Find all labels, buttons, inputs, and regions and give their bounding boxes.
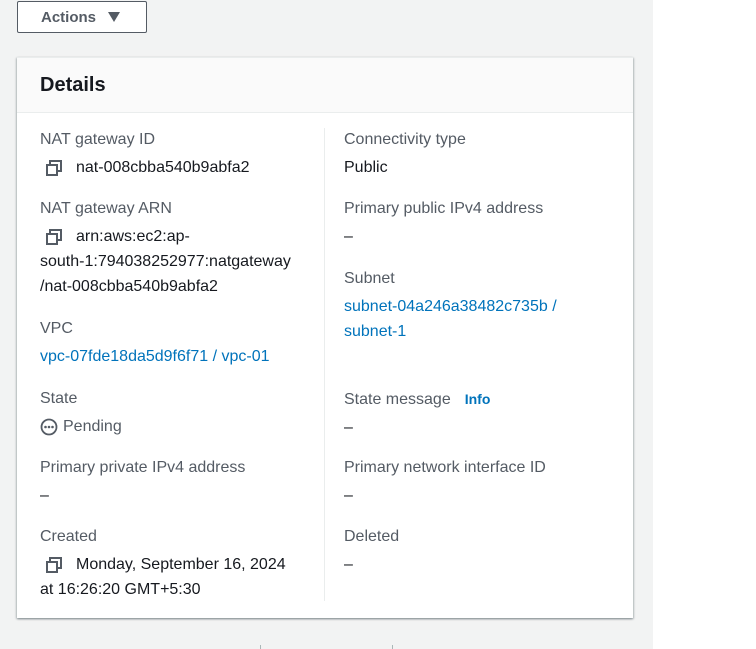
column-divider-top (324, 128, 325, 384)
state-value: Pending (63, 418, 122, 435)
details-panel: Details NAT gateway ID nat-008cbba540b9a… (17, 57, 633, 618)
arn-value-line1: arn:aws:ec2:ap- (76, 228, 190, 245)
field-primary-network-interface: Primary network interface ID – (344, 458, 546, 508)
actions-button[interactable]: Actions (17, 1, 147, 33)
field-nat-gateway-id: NAT gateway ID nat-008cbba540b9abfa2 (40, 130, 250, 180)
column-divider-bottom (324, 384, 325, 601)
field-value: – (344, 228, 353, 245)
field-state-message: State message Info – (344, 389, 490, 440)
field-state: State Pending (40, 389, 122, 439)
divider-tick (392, 645, 393, 649)
field-vpc: VPC vpc-07fde18da5d9f6f71 / vpc-01 (40, 319, 270, 369)
field-primary-private-ipv4: Primary private IPv4 address – (40, 458, 245, 508)
subnet-link[interactable]: subnet-04a246a38482c735b / subnet-1 (344, 294, 557, 344)
field-value: Pending (40, 414, 122, 439)
field-subnet: Subnet subnet-04a246a38482c735b / subnet… (344, 269, 557, 344)
field-label: Primary private IPv4 address (40, 459, 246, 476)
field-connectivity-type: Connectivity type Public (344, 130, 466, 180)
nat-gateway-id-value: nat-008cbba540b9abfa2 (76, 159, 250, 176)
copy-icon[interactable] (45, 159, 63, 177)
created-value-line1: Monday, September 16, 2024 (76, 556, 286, 573)
caret-down-icon (108, 12, 121, 22)
field-value: – (344, 419, 353, 436)
field-value: – (344, 487, 353, 504)
divider-tick (260, 645, 261, 649)
field-value: Monday, September 16, 2024 at 16:26:20 G… (40, 552, 286, 602)
copy-icon[interactable] (45, 228, 63, 246)
field-label: State (40, 390, 78, 407)
arn-value-line2: south-1:794038252977:natgateway (40, 253, 291, 270)
info-link[interactable]: Info (465, 391, 491, 407)
copy-icon[interactable] (45, 556, 63, 574)
field-label: NAT gateway ARN (40, 200, 172, 217)
field-value: nat-008cbba540b9abfa2 (40, 155, 250, 180)
actions-button-label: Actions (41, 8, 97, 26)
vpc-link[interactable]: vpc-07fde18da5d9f6f71 / vpc-01 (40, 344, 270, 369)
field-label: NAT gateway ID (40, 131, 156, 148)
field-nat-gateway-arn: NAT gateway ARN arn:aws:ec2:ap- south-1:… (40, 199, 291, 299)
state-message-label: State message (344, 391, 451, 408)
panel-title: Details (40, 73, 106, 96)
field-value: arn:aws:ec2:ap- south-1:794038252977:nat… (40, 224, 291, 299)
field-label: Primary public IPv4 address (344, 200, 544, 217)
subnet-value-line1: subnet-04a246a38482c735b / (344, 298, 557, 315)
pending-icon (40, 418, 58, 436)
field-value: – (344, 556, 353, 573)
field-label: Connectivity type (344, 131, 466, 148)
details-panel-header: Details (17, 58, 633, 113)
field-primary-public-ipv4: Primary public IPv4 address – (344, 199, 543, 249)
field-created: Created Monday, September 16, 2024 at 16… (40, 527, 286, 602)
field-deleted: Deleted – (344, 527, 399, 577)
created-value-line2: at 16:26:20 GMT+5:30 (40, 581, 201, 598)
field-label: VPC (40, 320, 73, 337)
field-label: Created (40, 528, 97, 545)
field-value: Public (344, 159, 388, 176)
subnet-value-line2: subnet-1 (344, 323, 407, 340)
field-value: – (40, 487, 49, 504)
field-label: Deleted (344, 528, 400, 545)
field-label: Primary network interface ID (344, 459, 546, 476)
arn-value-line3: /nat-008cbba540b9abfa2 (40, 278, 218, 295)
field-label: State message Info (344, 389, 490, 410)
field-label: Subnet (344, 270, 395, 287)
